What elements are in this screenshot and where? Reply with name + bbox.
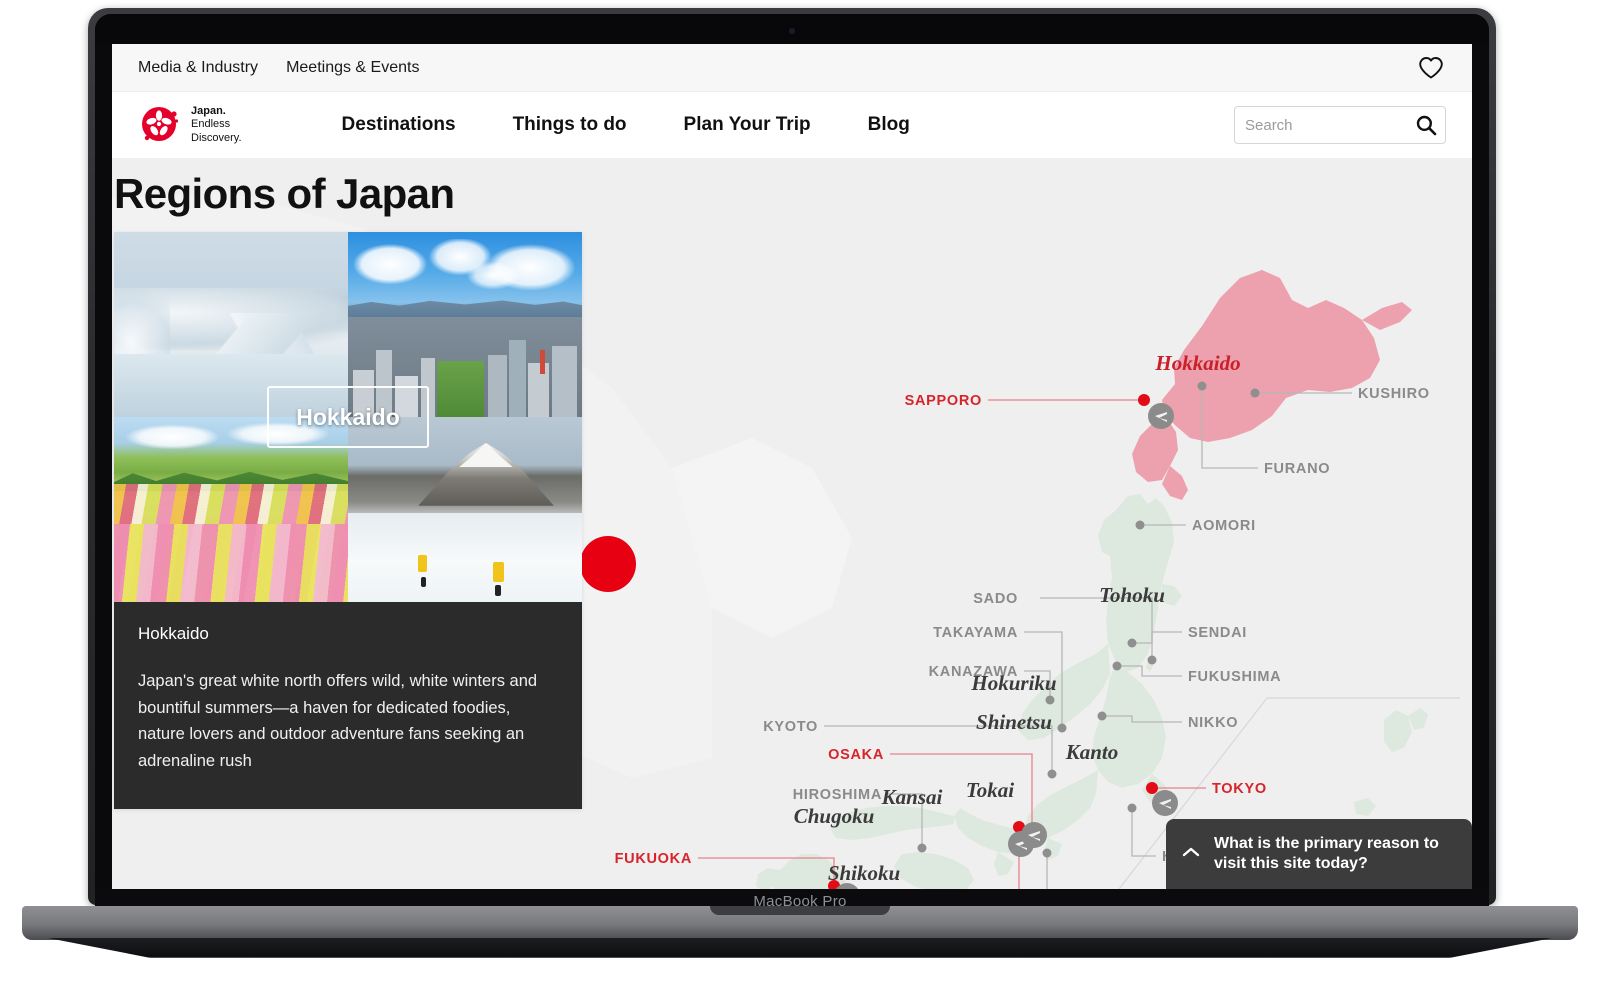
main-navigation-bar: Japan. Endless Discovery. Destinations T… <box>112 92 1472 158</box>
map-city-label-kyoto: KYOTO <box>763 719 818 735</box>
search-input[interactable] <box>1245 116 1405 134</box>
site-logo[interactable]: Japan. Endless Discovery. <box>138 102 242 148</box>
nav-item-things-to-do[interactable]: Things to do <box>513 114 627 136</box>
cloud-decoration <box>348 239 582 303</box>
map-city-label-fukushima: FUKUSHIMA <box>1188 669 1281 685</box>
map-city-label-furano: FURANO <box>1264 461 1330 477</box>
region-overlay-button[interactable]: Hokkaido <box>267 386 429 448</box>
region-card-description: Japan's great white north offers wild, w… <box>138 672 538 771</box>
map-region-label-chugoku: Chugoku <box>794 804 875 828</box>
nav-item-plan-your-trip[interactable]: Plan Your Trip <box>684 114 811 136</box>
browser-viewport: Media & Industry Meetings & Events Japan… <box>112 44 1472 889</box>
region-detail-card[interactable]: Hokkaido Hokkaido Japan's great white no… <box>114 232 582 809</box>
search-box <box>1234 106 1446 144</box>
laptop-top-bezel <box>95 14 1489 44</box>
survey-prompt-widget[interactable]: What is the primary reason to visit this… <box>1166 819 1472 889</box>
favorites-heart-icon[interactable] <box>1416 53 1446 83</box>
skier-legs <box>495 585 502 597</box>
laptop-device: Media & Industry Meetings & Events Japan… <box>0 0 1600 1007</box>
region-image-grid: Hokkaido <box>114 232 582 602</box>
map-region-label-tohoku: Tohoku <box>1099 583 1165 607</box>
frost-tree-decoration <box>114 265 171 406</box>
webcam-icon <box>789 28 795 34</box>
map-city-label-fukuoka: FUKUOKA <box>615 851 692 867</box>
map-city-label-kushiro: KUSHIRO <box>1358 386 1430 402</box>
logo-line-1: Japan. <box>191 104 226 117</box>
logo-line-2: Endless <box>191 118 231 131</box>
page-title: Regions of Japan <box>114 170 455 217</box>
skier-figure <box>418 555 428 573</box>
laptop-base-notch <box>710 906 890 915</box>
map-region-label-hokuriku: Hokuriku <box>970 671 1056 695</box>
survey-question: What is the primary reason to visit this… <box>1214 835 1439 872</box>
map-region-label-kanto: Kanto <box>1065 740 1119 764</box>
laptop-base-front-edge <box>48 938 1552 966</box>
map-region-label-tokai: Tokai <box>966 778 1014 802</box>
utility-link-meetings-events[interactable]: Meetings & Events <box>286 59 419 77</box>
odori-park-decoration <box>436 361 484 417</box>
website-page: Media & Industry Meetings & Events Japan… <box>112 44 1472 889</box>
red-accent-disc <box>580 536 636 592</box>
region-card-name: Hokkaido <box>138 624 209 643</box>
map-city-label-sendai: SENDAI <box>1188 625 1247 641</box>
page-content-area: .land { fill:#dde9de; } .land-hl { fill:… <box>112 158 1472 889</box>
utility-link-media-industry[interactable]: Media & Industry <box>138 59 258 77</box>
map-city-label-nikko: NIKKO <box>1188 715 1238 731</box>
ski-slope-decoration <box>348 513 582 602</box>
utility-navigation-bar: Media & Industry Meetings & Events <box>112 44 1472 92</box>
chevron-up-icon[interactable] <box>1182 846 1200 862</box>
region-overlay-label: Hokkaido <box>296 403 400 430</box>
sapporo-tv-tower-decoration <box>539 350 545 375</box>
nav-item-blog[interactable]: Blog <box>868 114 910 136</box>
map-city-label-hiroshima: HIROSHIMA <box>793 787 882 803</box>
map-city-label-takayama: TAKAYAMA <box>933 625 1018 641</box>
map-region-label-shikoku: Shikoku <box>828 861 900 885</box>
foreground-flowers-decoration <box>114 524 348 602</box>
map-city-label-sapporo: SAPPORO <box>905 393 982 409</box>
map-city-label-tokyo: TOKYO <box>1212 781 1267 797</box>
map-city-label-osaka: OSAKA <box>828 747 884 763</box>
map-city-label-sado: SADO <box>973 591 1018 607</box>
search-icon[interactable] <box>1415 114 1437 136</box>
logo-line-3: Discovery. <box>191 131 242 144</box>
logo-wordmark: Japan. Endless Discovery. <box>191 105 242 145</box>
region-card-body: Hokkaido Japan's great white north offer… <box>114 602 582 809</box>
japan-cherry-blossom-logo-icon <box>138 102 184 148</box>
skier-legs <box>420 577 426 588</box>
map-city-label-aomori: AOMORI <box>1192 518 1256 534</box>
primary-nav-items: Destinations Things to do Plan Your Trip… <box>342 114 910 136</box>
map-region-label-shinetsu: Shinetsu <box>976 710 1052 734</box>
nav-item-destinations[interactable]: Destinations <box>342 114 456 136</box>
map-region-label-kansai: Kansai <box>881 785 943 809</box>
map-region-label-hokkaido: Hokkaido <box>1154 351 1240 375</box>
skier-figure <box>493 561 505 582</box>
